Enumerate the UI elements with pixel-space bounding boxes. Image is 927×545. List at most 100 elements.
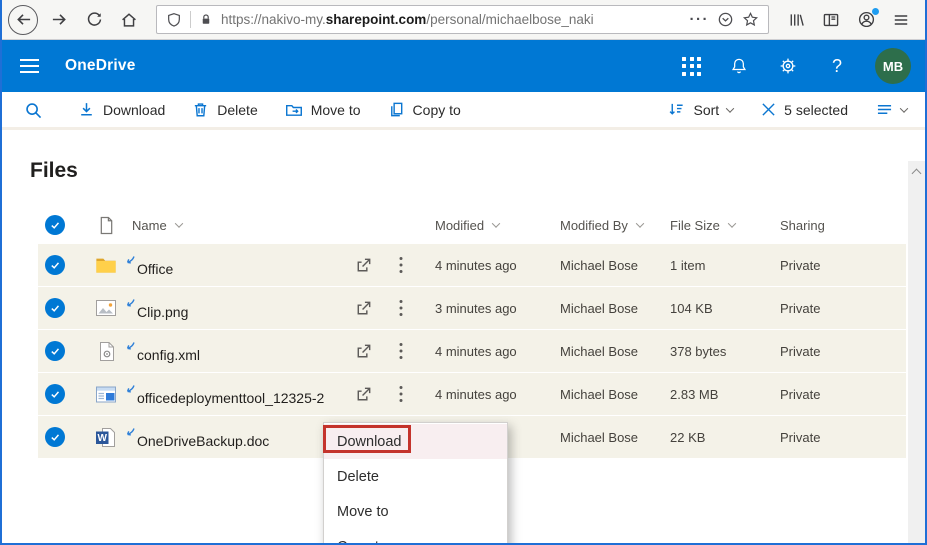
file-size-cell: 2.83 MB [658, 387, 768, 402]
forward-icon[interactable] [45, 6, 73, 34]
new-glimmer-icon [124, 255, 136, 267]
sharing-cell: Private [768, 430, 906, 445]
app-file-icon [88, 385, 124, 404]
annotation-red-box [323, 425, 411, 453]
new-glimmer-icon [124, 341, 136, 353]
file-name[interactable]: officedeploymenttool_12325-2 [124, 382, 345, 406]
modified-cell: 4 minutes ago [420, 387, 545, 402]
sort-button[interactable]: Sort [668, 101, 733, 118]
table-row[interactable]: Office 4 minutes ago Michael Bose 1 item… [38, 244, 906, 286]
file-size-cell: 378 bytes [658, 344, 768, 359]
more-actions-button[interactable] [382, 385, 420, 403]
tracking-shield-icon[interactable] [166, 12, 182, 28]
chevron-down-icon [900, 104, 908, 112]
file-name[interactable]: Clip.png [124, 296, 345, 320]
more-actions-button[interactable] [382, 299, 420, 317]
chevron-down-icon [492, 219, 500, 227]
move-to-label: Move to [311, 102, 361, 118]
more-actions-button[interactable] [382, 342, 420, 360]
file-size-cell: 22 KB [658, 430, 768, 445]
table-row[interactable]: Clip.png 3 minutes ago Michael Bose 104 … [38, 287, 906, 329]
column-name[interactable]: Name [124, 218, 345, 233]
settings-gear-icon[interactable] [777, 55, 799, 77]
column-sharing[interactable]: Sharing [768, 218, 906, 233]
page-title: Files [30, 158, 925, 184]
notifications-bell-icon[interactable] [728, 55, 750, 77]
file-name[interactable]: config.xml [124, 339, 345, 363]
more-actions-button[interactable] [382, 256, 420, 274]
chevron-down-icon [174, 219, 182, 227]
scroll-up-icon[interactable] [912, 169, 922, 179]
list-view-icon [876, 102, 893, 117]
download-button[interactable]: Download [78, 101, 165, 118]
modified-by-cell: Michael Bose [545, 387, 658, 402]
menu-item-delete[interactable]: Delete [324, 459, 507, 494]
row-checkbox[interactable] [45, 341, 65, 361]
page-actions-icon[interactable]: ··· [690, 11, 710, 28]
search-icon[interactable] [24, 101, 42, 119]
new-glimmer-icon [124, 298, 136, 310]
sharing-cell: Private [768, 344, 906, 359]
modified-by-cell: Michael Bose [545, 301, 658, 316]
bookmark-star-icon[interactable] [742, 11, 759, 28]
menu-item-move-to[interactable]: Move to [324, 494, 507, 529]
share-button[interactable] [345, 299, 382, 318]
back-icon[interactable] [8, 5, 38, 35]
browser-menu-icon[interactable] [887, 6, 915, 34]
file-name[interactable]: OneDriveBackup.doc [124, 425, 345, 449]
table-row[interactable]: officedeploymenttool_12325-2 4 minutes a… [38, 373, 906, 415]
modified-cell: 4 minutes ago [420, 344, 545, 359]
column-file-size[interactable]: File Size [658, 218, 768, 233]
row-checkbox[interactable] [45, 255, 65, 275]
move-to-button[interactable]: Move to [285, 101, 361, 118]
browser-toolbar: https://nakivo-my.sharepoint.com/persona… [2, 0, 925, 40]
copy-to-button[interactable]: Copy to [388, 101, 461, 118]
select-all-checkbox[interactable] [45, 215, 65, 235]
app-launcher-icon[interactable] [682, 57, 701, 76]
sidebar-toggle-icon[interactable] [817, 6, 845, 34]
sort-icon [668, 101, 685, 118]
share-button[interactable] [345, 256, 382, 275]
modified-by-cell: Michael Bose [545, 344, 658, 359]
row-checkbox[interactable] [45, 298, 65, 318]
scrollbar[interactable] [908, 161, 925, 545]
menu-item-copy-to[interactable]: Copy to [324, 529, 507, 545]
xml-file-icon [88, 341, 124, 362]
file-type-column-icon[interactable] [88, 216, 124, 235]
modified-cell: 3 minutes ago [420, 301, 545, 316]
row-checkbox[interactable] [45, 384, 65, 404]
reload-icon[interactable] [80, 6, 108, 34]
folder-icon [88, 255, 124, 275]
chevron-down-icon [636, 219, 644, 227]
pocket-icon[interactable] [717, 11, 734, 28]
help-icon[interactable]: ? [826, 55, 848, 77]
url-text[interactable]: https://nakivo-my.sharepoint.com/persona… [221, 12, 682, 27]
table-row[interactable]: config.xml 4 minutes ago Michael Bose 37… [38, 330, 906, 372]
column-modified[interactable]: Modified [420, 218, 545, 233]
file-name[interactable]: Office [124, 253, 345, 277]
sharing-cell: Private [768, 301, 906, 316]
chevron-down-icon [726, 104, 734, 112]
browser-window: https://nakivo-my.sharepoint.com/persona… [0, 0, 927, 545]
share-button[interactable] [345, 342, 382, 361]
avatar[interactable]: MB [875, 48, 911, 84]
notification-dot [872, 8, 879, 15]
row-checkbox[interactable] [45, 427, 65, 447]
account-icon[interactable] [852, 6, 880, 34]
clear-selection-button[interactable]: 5 selected [761, 102, 848, 118]
view-options-button[interactable] [876, 102, 907, 117]
chevron-down-icon [728, 219, 736, 227]
address-bar[interactable]: https://nakivo-my.sharepoint.com/persona… [156, 5, 769, 34]
delete-label: Delete [217, 102, 257, 118]
menu-item-download[interactable]: Download [324, 424, 507, 459]
home-icon[interactable] [115, 6, 143, 34]
library-icon[interactable] [782, 6, 810, 34]
word-file-icon: W [88, 427, 124, 448]
download-label: Download [103, 102, 165, 118]
modified-by-cell: Michael Bose [545, 258, 658, 273]
share-button[interactable] [345, 385, 382, 404]
file-size-cell: 104 KB [658, 301, 768, 316]
nav-hamburger-icon[interactable] [20, 59, 39, 73]
delete-button[interactable]: Delete [192, 101, 257, 118]
column-modified-by[interactable]: Modified By [545, 218, 658, 233]
